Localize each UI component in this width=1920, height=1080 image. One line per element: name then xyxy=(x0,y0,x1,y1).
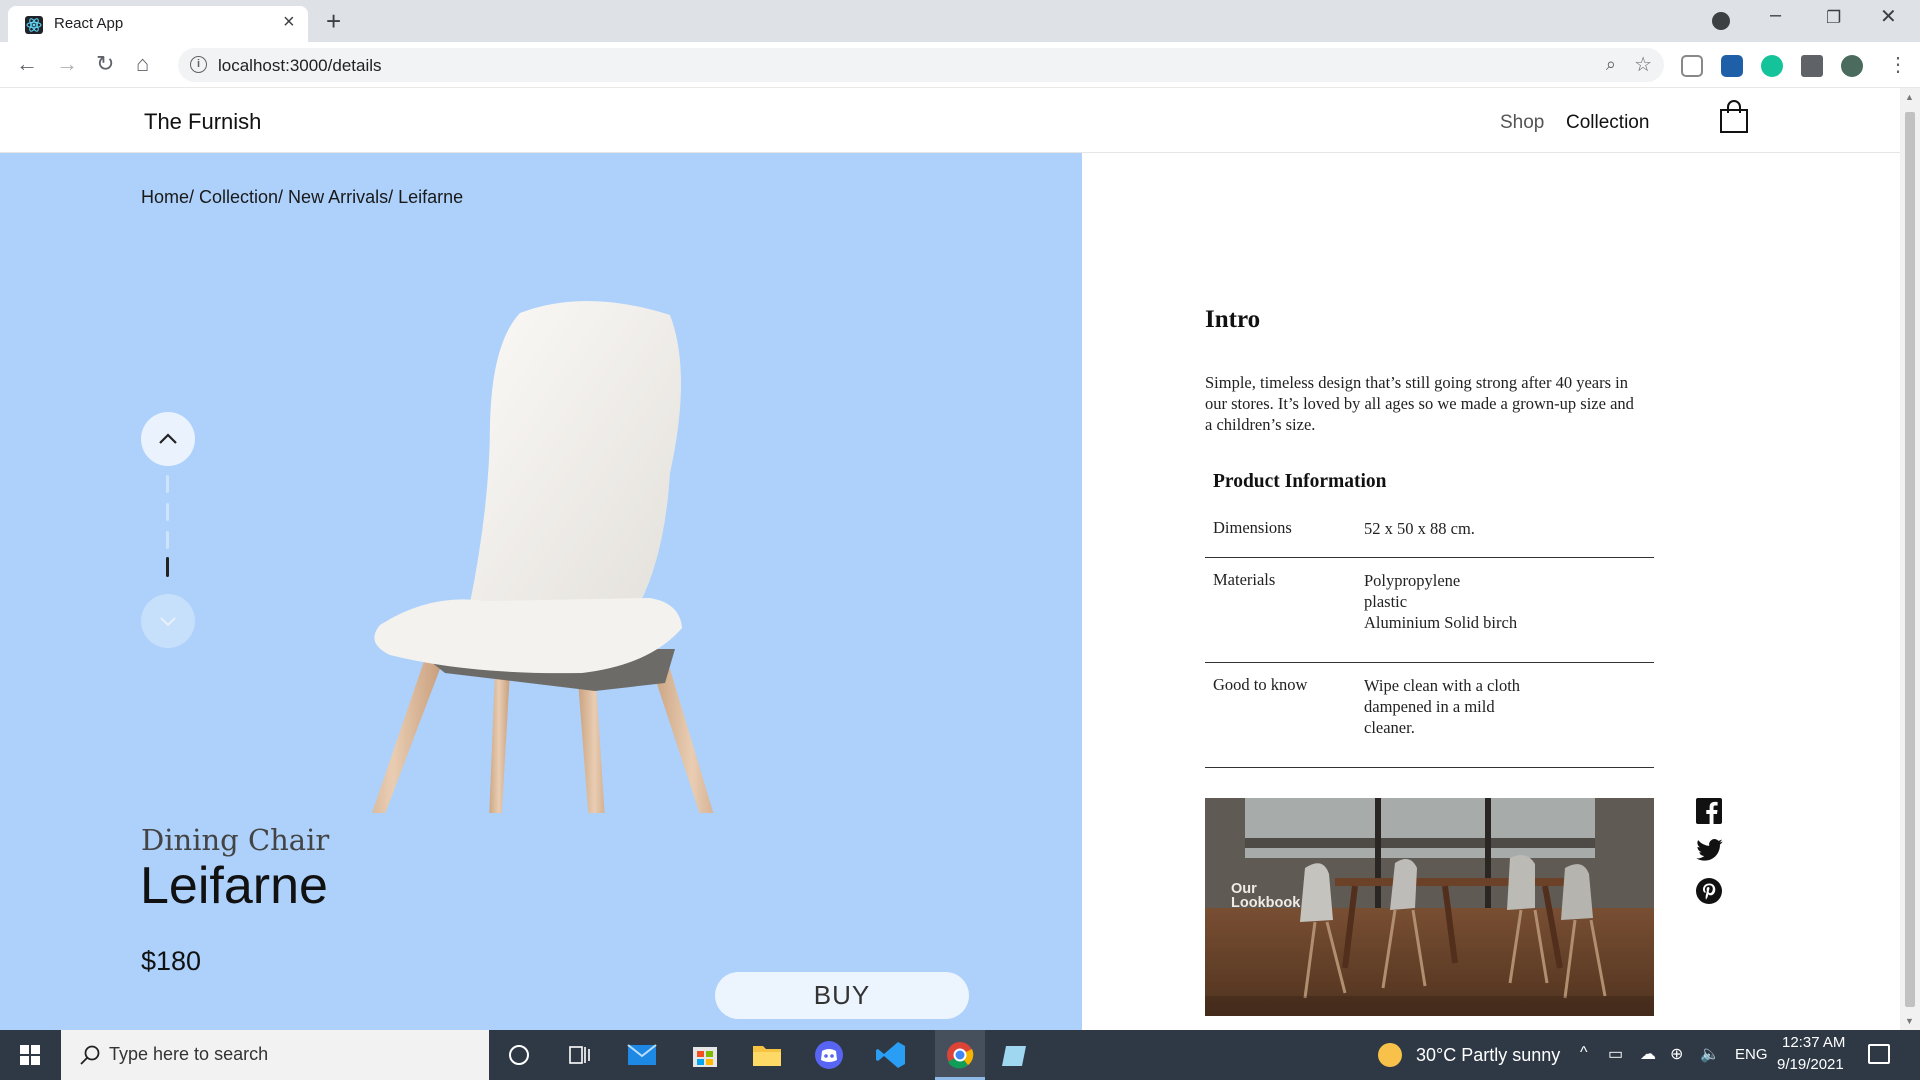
file-explorer-icon[interactable] xyxy=(750,1040,784,1070)
restore-icon[interactable]: ❐ xyxy=(1826,8,1841,28)
site-header: The Furnish Shop Collection xyxy=(0,88,1900,153)
clock-time[interactable]: 12:37 AM xyxy=(1782,1034,1845,1051)
info-row-materials: Materials Polypropylene plastic Aluminiu… xyxy=(1205,558,1654,663)
info-label: Dimensions xyxy=(1213,518,1292,537)
info-label: Materials xyxy=(1213,570,1276,589)
product-info-heading: Product Information xyxy=(1213,471,1387,492)
clock-date[interactable]: 9/19/2021 xyxy=(1777,1056,1844,1073)
lookbook-banner[interactable]: Our Lookbook xyxy=(1205,798,1654,1016)
menu-kebab-icon[interactable]: ⋮ xyxy=(1888,52,1908,77)
info-value: Wipe clean with a cloth dampened in a mi… xyxy=(1364,676,1521,737)
notification-center-icon[interactable] xyxy=(1868,1044,1890,1064)
slider-down-button[interactable] xyxy=(141,594,195,648)
forward-icon[interactable]: → xyxy=(56,51,78,77)
grammarly-icon[interactable] xyxy=(1761,55,1783,77)
address-bar[interactable]: i localhost:3000/details ⌕ ☆ xyxy=(178,48,1664,82)
store-icon[interactable] xyxy=(688,1040,722,1070)
weather-text[interactable]: 30°C Partly sunny xyxy=(1416,1045,1560,1066)
notepad-app-icon[interactable] xyxy=(998,1040,1032,1080)
product-category: Dining Chair xyxy=(141,823,330,857)
back-icon[interactable]: ← xyxy=(16,51,38,77)
nav-collection-link[interactable]: Collection xyxy=(1566,112,1649,134)
new-tab-icon[interactable]: + xyxy=(326,6,341,37)
extension-icon[interactable] xyxy=(1721,55,1743,77)
extension-icon[interactable] xyxy=(1681,55,1703,77)
volume-icon[interactable]: 🔈 xyxy=(1700,1044,1720,1064)
tab-title: React App xyxy=(54,15,124,32)
brand-logo[interactable]: The Furnish xyxy=(144,109,261,135)
slider-indicator[interactable] xyxy=(166,475,169,493)
slider-indicator[interactable] xyxy=(166,503,169,521)
site-info-icon[interactable]: i xyxy=(190,56,207,73)
onedrive-icon[interactable]: ☁ xyxy=(1640,1044,1656,1064)
home-icon[interactable]: ⌂ xyxy=(136,51,149,77)
info-row-good-to-know: Good to know Wipe clean with a cloth dam… xyxy=(1205,663,1654,768)
cortana-icon[interactable] xyxy=(502,1040,536,1070)
url-text[interactable]: localhost:3000/details xyxy=(218,56,382,76)
page: The Furnish Shop Collection Home/ Collec… xyxy=(0,88,1900,1030)
bookmark-star-icon[interactable]: ☆ xyxy=(1634,52,1652,77)
chevron-down-icon xyxy=(160,617,176,627)
chevron-up-icon xyxy=(159,433,177,444)
tab-search-icon[interactable] xyxy=(1712,12,1730,30)
shopping-bag-icon[interactable] xyxy=(1719,100,1749,139)
minimize-icon[interactable]: – xyxy=(1770,4,1781,27)
zoom-icon[interactable]: ⌕ xyxy=(1606,54,1616,75)
browser-tab-strip: React App × + – ❐ ✕ xyxy=(0,0,1920,42)
chair-product-image xyxy=(320,253,750,919)
battery-icon[interactable]: ▭ xyxy=(1608,1044,1623,1064)
buy-button[interactable]: BUY xyxy=(715,972,969,1019)
taskbar-search-box[interactable]: Type here to search xyxy=(61,1030,489,1080)
tab-close-icon[interactable]: × xyxy=(283,11,295,34)
slider-up-button[interactable] xyxy=(141,412,195,466)
slider-indicator-active[interactable] xyxy=(166,557,169,577)
search-icon xyxy=(80,1045,100,1065)
product-hero: Home/ Collection/ New Arrivals/ Leifarne xyxy=(0,153,1082,1030)
discord-icon[interactable] xyxy=(812,1040,846,1070)
task-view-icon[interactable] xyxy=(562,1040,596,1070)
profile-avatar[interactable] xyxy=(1841,55,1863,77)
scroll-up-arrow-icon[interactable]: ▲ xyxy=(1905,92,1914,102)
browser-tab[interactable]: React App × xyxy=(8,6,308,42)
network-icon[interactable]: ⊕ xyxy=(1670,1044,1683,1064)
search-placeholder: Type here to search xyxy=(109,1044,269,1064)
intro-text: Simple, timeless design that’s still goi… xyxy=(1205,373,1634,434)
scroll-down-arrow-icon[interactable]: ▼ xyxy=(1905,1016,1914,1026)
info-value: Polypropylene plastic Aluminium Solid bi… xyxy=(1364,571,1518,632)
product-info-table: Dimensions 52 x 50 x 88 cm. Materials Po… xyxy=(1205,506,1654,768)
product-price: $180 xyxy=(141,946,202,976)
page-scrollbar[interactable]: ▲ ▼ xyxy=(1900,88,1920,1030)
tray-chevron-icon[interactable]: ^ xyxy=(1580,1044,1588,1062)
reload-icon[interactable]: ↻ xyxy=(96,51,114,77)
browser-toolbar: ← → ↻ ⌂ i localhost:3000/details ⌕ ☆ xyxy=(0,42,1920,88)
twitter-icon[interactable] xyxy=(1696,839,1723,866)
info-label: Good to know xyxy=(1213,675,1308,694)
chrome-taskbar-button[interactable] xyxy=(935,1030,985,1080)
breadcrumb[interactable]: Home/ Collection/ New Arrivals/ Leifarne xyxy=(141,187,463,208)
puzzle-extensions-icon[interactable] xyxy=(1801,55,1823,77)
windows-start-icon[interactable] xyxy=(20,1045,40,1065)
lookbook-label[interactable]: Our Lookbook xyxy=(1231,882,1300,911)
intro-heading: Intro xyxy=(1205,306,1261,333)
weather-partly-sunny-icon[interactable] xyxy=(1378,1043,1402,1067)
slider-indicator[interactable] xyxy=(166,531,169,549)
scrollbar-thumb[interactable] xyxy=(1905,112,1915,1007)
window-close-icon[interactable]: ✕ xyxy=(1880,4,1897,29)
mail-icon[interactable] xyxy=(625,1040,659,1070)
windows-taskbar: Type here to search 30°C Partly sunny ^ … xyxy=(0,1030,1920,1080)
product-name: Leifarne xyxy=(140,857,328,915)
info-value: 52 x 50 x 88 cm. xyxy=(1364,519,1475,538)
facebook-icon[interactable] xyxy=(1696,798,1722,829)
nav-shop-link[interactable]: Shop xyxy=(1500,112,1544,134)
react-favicon-icon xyxy=(25,16,43,34)
info-row-dimensions: Dimensions 52 x 50 x 88 cm. xyxy=(1205,506,1654,558)
vscode-icon[interactable] xyxy=(874,1040,908,1070)
language-indicator[interactable]: ENG xyxy=(1735,1046,1768,1063)
pinterest-icon[interactable] xyxy=(1696,878,1722,909)
